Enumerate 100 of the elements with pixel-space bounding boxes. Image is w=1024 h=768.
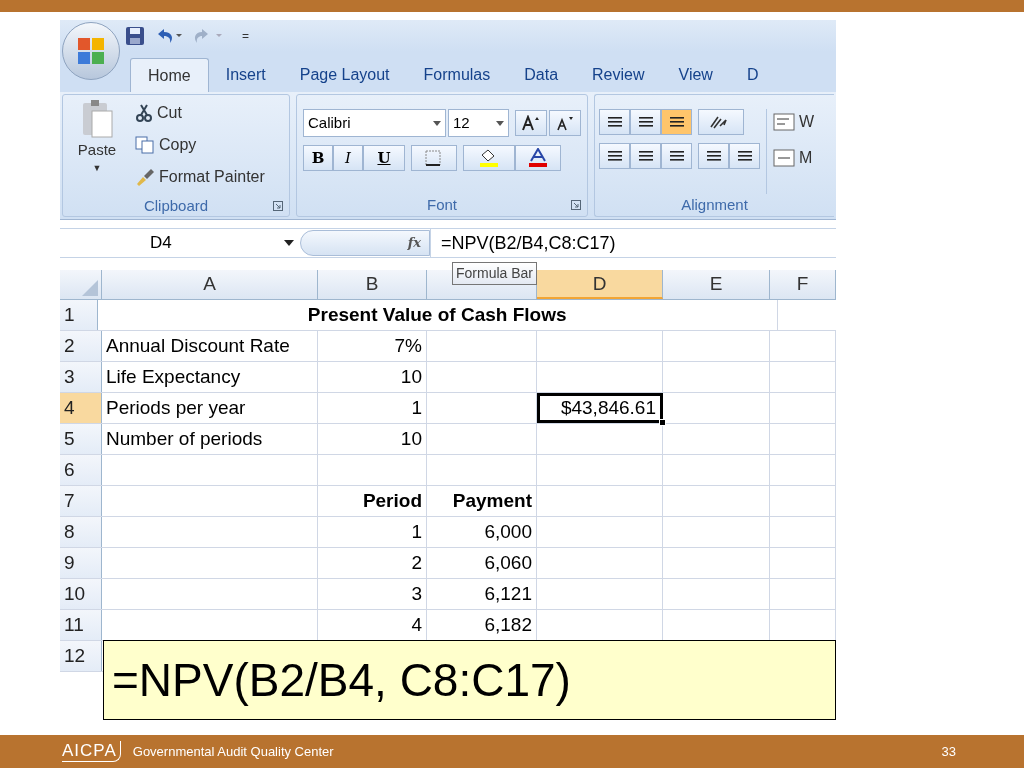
decrease-indent-button[interactable] [698, 143, 729, 169]
table-cell: 6,000 [427, 517, 537, 547]
italic-button[interactable]: I [333, 145, 363, 171]
vertical-align-button[interactable] [661, 109, 692, 135]
underline-button[interactable]: U [363, 145, 405, 171]
column-header[interactable]: E [663, 270, 770, 299]
align-left-button[interactable] [599, 143, 630, 169]
dropdown-icon [284, 240, 294, 246]
ribbon-tab[interactable]: Insert [208, 58, 283, 92]
ribbon-tab[interactable]: Formulas [406, 58, 508, 92]
wrap-text-button[interactable]: W [773, 109, 815, 135]
table-cell: 1 [318, 393, 427, 423]
insert-function-button[interactable]: fx [300, 230, 430, 256]
format-painter-button[interactable]: Format Painter [135, 163, 265, 191]
row-header[interactable]: 6 [60, 455, 102, 485]
table-cell: Life Expectancy [102, 362, 318, 392]
column-header[interactable]: D [537, 270, 663, 299]
paste-button[interactable]: Paste ▼ [67, 99, 127, 191]
font-size-field[interactable]: 12 [447, 109, 510, 137]
increase-indent-button[interactable] [729, 143, 760, 169]
clipboard-icon [80, 99, 114, 139]
scissors-icon [135, 104, 153, 122]
align-icon [667, 115, 686, 129]
bold-button[interactable]: B [303, 145, 333, 171]
row-header[interactable]: 3 [60, 362, 102, 392]
align-icon [704, 149, 723, 163]
table-cell: 7% [318, 331, 427, 361]
font-color-button[interactable] [515, 145, 561, 171]
footer-title: Governmental Audit Quality Center [132, 742, 334, 761]
ribbon-tab[interactable]: View [661, 58, 730, 92]
ribbon-tab[interactable]: Data [507, 58, 576, 92]
name-box[interactable]: D4 [60, 229, 300, 257]
column-header[interactable]: B [318, 270, 427, 299]
row-header[interactable]: 9 [60, 548, 102, 578]
align-right-button[interactable] [661, 143, 692, 169]
footer-logo: AICPA [62, 741, 121, 762]
row-header[interactable]: 10 [60, 579, 102, 609]
corner-icon [82, 280, 98, 296]
row-header[interactable]: 11 [60, 610, 102, 640]
table-cell: 10 [318, 362, 427, 392]
cut-button[interactable]: Cut [135, 99, 265, 127]
ribbon-tab[interactable]: Home [130, 58, 209, 92]
launcher-icon[interactable] [273, 201, 283, 211]
align-icon [605, 149, 624, 163]
paint-bucket-icon [478, 148, 500, 168]
formula-field[interactable]: =NPV(B2/B4,C8:C17) [430, 229, 836, 257]
ribbon-tab[interactable]: D [729, 58, 776, 92]
column-header[interactable]: A [102, 270, 318, 299]
fill-color-button[interactable] [463, 145, 515, 171]
orientation-button[interactable] [698, 109, 744, 135]
font-name-field[interactable]: Calibri [303, 109, 446, 137]
row-header[interactable]: 8 [60, 517, 102, 547]
align-icon [735, 149, 754, 163]
table-cell: Period [318, 486, 427, 516]
grow-font-button[interactable] [515, 110, 548, 136]
title-cell-text: Present Value of Cash Flows [307, 302, 567, 327]
column-header[interactable]: F [770, 270, 836, 299]
grow-font-icon [521, 115, 542, 131]
copy-button[interactable]: Copy [135, 131, 265, 159]
merge-button[interactable]: M [773, 145, 815, 171]
merge-icon [773, 148, 797, 168]
borders-button[interactable] [411, 145, 457, 171]
launcher-icon[interactable] [571, 200, 581, 210]
wrap-icon [773, 112, 797, 132]
row-header[interactable]: 2 [60, 331, 102, 361]
vertical-align-button[interactable] [630, 109, 661, 135]
group-label: Alignment [681, 194, 748, 215]
vertical-align-button[interactable] [599, 109, 630, 135]
shrink-font-icon [555, 115, 576, 131]
row-header[interactable]: 7 [60, 486, 102, 516]
dropdown-icon [496, 120, 505, 126]
tooltip: Formula Bar [452, 262, 538, 285]
table-cell: Payment [427, 486, 537, 516]
table-cell: 1 [318, 517, 427, 547]
row-header[interactable]: 5 [60, 424, 102, 454]
table-cell: Number of periods [102, 424, 318, 454]
table-cell: 6,121 [427, 579, 537, 609]
ribbon-tab[interactable]: Review [575, 58, 662, 92]
callout-box: =NPV(B2/B4, C8:C17) [103, 640, 836, 720]
shrink-font-button[interactable] [549, 110, 581, 136]
align-icon [605, 115, 624, 129]
align-icon [667, 149, 686, 163]
ribbon-tab[interactable]: Page Layout [282, 58, 407, 92]
align-icon [636, 149, 655, 163]
office-logo-icon [76, 36, 106, 66]
row-header[interactable]: 1 [60, 300, 98, 330]
customize-menu[interactable]: = [242, 27, 249, 45]
table-cell: 6,060 [427, 548, 537, 578]
brush-icon [135, 168, 155, 186]
borders-icon [425, 150, 443, 166]
group-label: Font [427, 194, 457, 215]
center-button[interactable] [630, 143, 661, 169]
page-number: 33 [941, 742, 956, 761]
table-cell: Periods per year [102, 393, 318, 423]
table-cell: Annual Discount Rate [102, 331, 318, 361]
row-header[interactable]: 4 [60, 393, 102, 423]
row-header[interactable]: 12 [60, 641, 102, 671]
active-cell: $43,846.61 [537, 393, 663, 423]
save-icon[interactable] [124, 25, 146, 47]
align-icon [636, 115, 655, 129]
